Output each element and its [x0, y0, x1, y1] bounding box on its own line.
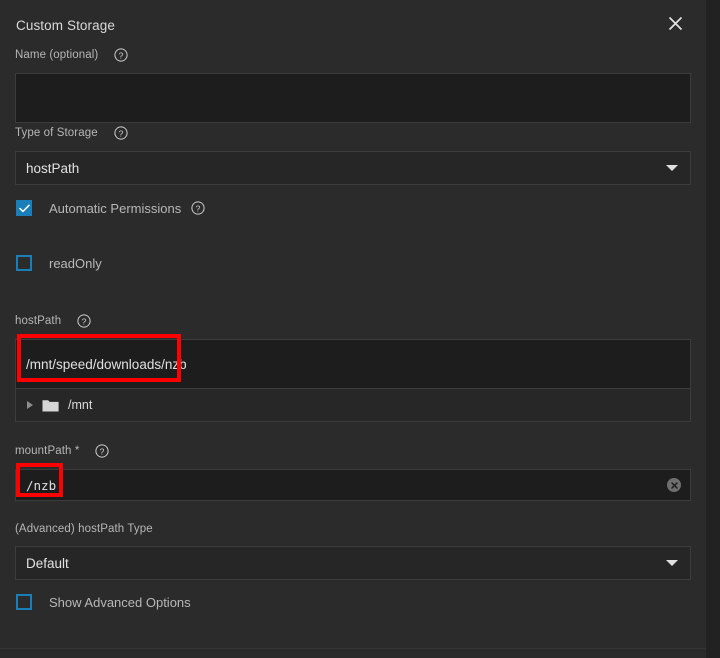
advanced-host-path-type-label-row: (Advanced) hostPath Type	[15, 519, 691, 539]
host-path-label: hostPath	[15, 315, 61, 327]
advanced-host-path-type-label: (Advanced) hostPath Type	[15, 523, 153, 535]
dialog-header: Custom Storage	[15, 0, 691, 44]
host-path-tree-item-label: /mnt	[68, 398, 92, 412]
custom-storage-dialog: Custom Storage Name (optional) ?	[0, 0, 720, 658]
name-label-row: Name (optional) ?	[15, 45, 691, 65]
type-of-storage-label-row: Type of Storage ?	[15, 123, 691, 143]
help-circle-icon[interactable]: ?	[114, 48, 128, 62]
host-path-group: hostPath ? /mnt/speed/downloads/nzb	[15, 311, 691, 422]
mount-path-group: mountPath * ? /nzb	[15, 441, 691, 501]
close-icon	[667, 15, 684, 32]
advanced-host-path-type-select[interactable]: Default	[15, 546, 691, 580]
read-only-row[interactable]: readOnly	[16, 253, 102, 273]
folder-icon	[42, 398, 59, 412]
clear-circle-icon[interactable]	[667, 478, 681, 492]
show-advanced-options-checkbox[interactable]	[16, 594, 32, 610]
type-of-storage-select[interactable]: hostPath	[15, 151, 691, 185]
host-path-input-value: /mnt/speed/downloads/nzb	[26, 357, 187, 372]
help-circle-icon[interactable]: ?	[77, 314, 91, 328]
svg-text:?: ?	[119, 50, 124, 60]
bottom-divider	[0, 648, 706, 649]
show-advanced-options-row[interactable]: Show Advanced Options	[16, 592, 191, 612]
advanced-host-path-type-value: Default	[26, 556, 69, 571]
dialog-panel: Custom Storage Name (optional) ?	[0, 0, 706, 658]
name-field-group: Name (optional) ?	[15, 45, 691, 123]
mount-path-label: mountPath *	[15, 445, 79, 457]
mount-path-input[interactable]: /nzb	[15, 469, 691, 501]
type-of-storage-value: hostPath	[26, 161, 79, 176]
svg-text:?: ?	[118, 128, 123, 138]
host-path-tree-item-mnt[interactable]: /mnt	[15, 389, 691, 422]
read-only-label: readOnly	[49, 256, 102, 271]
type-of-storage-label: Type of Storage	[15, 127, 98, 139]
type-of-storage-group: Type of Storage ? hostPath	[15, 123, 691, 185]
chevron-down-icon	[666, 560, 678, 566]
help-circle-icon[interactable]: ?	[191, 201, 205, 215]
help-circle-icon[interactable]: ?	[114, 126, 128, 140]
automatic-permissions-checkbox[interactable]	[16, 200, 32, 216]
show-advanced-options-label: Show Advanced Options	[49, 595, 191, 610]
mount-path-label-row: mountPath * ?	[15, 441, 691, 461]
svg-text:?: ?	[196, 203, 201, 213]
automatic-permissions-label: Automatic Permissions	[49, 201, 181, 216]
triangle-right-icon[interactable]	[27, 401, 33, 409]
right-gutter	[706, 0, 720, 658]
close-button[interactable]	[662, 10, 688, 36]
check-icon	[19, 204, 30, 213]
host-path-label-row: hostPath ?	[15, 311, 691, 331]
page-title: Custom Storage	[16, 18, 115, 33]
name-label: Name (optional)	[15, 49, 98, 61]
advanced-host-path-type-group: (Advanced) hostPath Type Default	[15, 519, 691, 580]
svg-text:?: ?	[82, 316, 87, 326]
chevron-down-icon	[666, 165, 678, 171]
svg-text:?: ?	[100, 446, 105, 456]
mount-path-input-value: /nzb	[26, 478, 56, 493]
host-path-input[interactable]: /mnt/speed/downloads/nzb	[15, 339, 691, 389]
read-only-checkbox[interactable]	[16, 255, 32, 271]
name-input[interactable]	[15, 73, 691, 123]
help-circle-icon[interactable]: ?	[95, 444, 109, 458]
automatic-permissions-row[interactable]: Automatic Permissions ?	[16, 198, 205, 218]
